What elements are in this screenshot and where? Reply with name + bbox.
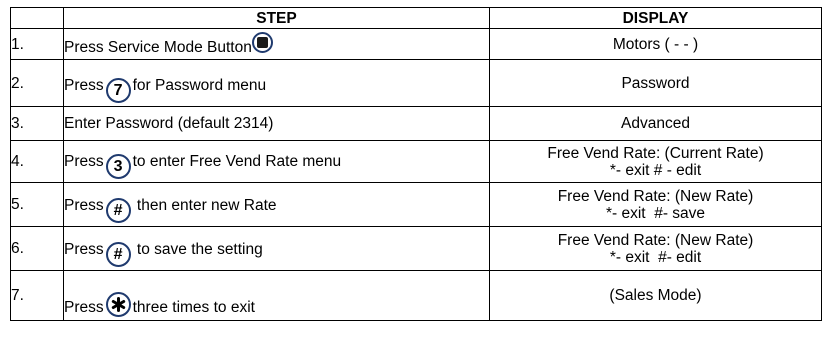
hash-key-icon: # xyxy=(105,198,131,223)
step-number: 2. xyxy=(10,59,64,107)
display-text: Motors ( - - ) xyxy=(489,28,822,60)
step-instruction: Press 3 to enter Free Vend Rate menu xyxy=(63,140,490,183)
display-text: Free Vend Rate: (New Rate) *- exit #- sav… xyxy=(489,182,822,227)
step-number: 1. xyxy=(10,28,64,60)
header-step: STEP xyxy=(63,7,490,29)
hash-key-icon: # xyxy=(105,242,131,267)
display-text: Advanced xyxy=(489,106,822,141)
star-key-icon xyxy=(105,292,131,317)
display-text: (Sales Mode) xyxy=(489,270,822,321)
step-text: to enter Free Vend Rate menu xyxy=(132,153,342,170)
step-number: 5. xyxy=(10,182,64,227)
display-text: Free Vend Rate: (New Rate) *- exit #- edi… xyxy=(489,226,822,271)
step-text: Press Service Mode Button xyxy=(64,39,252,56)
display-line: *- exit #- save xyxy=(605,204,706,222)
step-text: for Password menu xyxy=(132,77,267,94)
table-row: 3. Enter Password (default 2314) Advance… xyxy=(10,106,822,141)
step-instruction: Press three times to exit xyxy=(63,270,490,321)
step-number: 7. xyxy=(10,270,64,321)
display-line: Password xyxy=(621,74,690,92)
step-text: Press xyxy=(64,197,104,214)
table-row: 5. Press # then enter new Rate Free Vend … xyxy=(10,182,822,227)
step-instruction: Press # then enter new Rate xyxy=(63,182,490,227)
table-row: 1. Press Service Mode Button Motors ( - … xyxy=(10,28,822,60)
header-display: DISPLAY xyxy=(489,7,822,29)
display-line: Free Vend Rate: (Current Rate) xyxy=(547,144,764,162)
step-instruction: Press 7 for Password menu xyxy=(63,59,490,107)
step-text: Press xyxy=(64,299,104,316)
table-row: 6. Press # to save the setting Free Vend … xyxy=(10,226,822,271)
display-line: (Sales Mode) xyxy=(609,287,702,304)
display-line: *- exit #- edit xyxy=(609,248,702,266)
key-7-icon: 7 xyxy=(105,78,131,103)
step-instruction: Press # to save the setting xyxy=(63,226,490,271)
display-line: Free Vend Rate: (New Rate) xyxy=(557,187,754,205)
key-3-icon: 3 xyxy=(105,154,131,179)
step-text: three times to exit xyxy=(132,299,255,316)
header-number xyxy=(10,7,64,29)
display-text: Password xyxy=(489,59,822,107)
step-instruction: Press Service Mode Button xyxy=(63,28,490,60)
step-number: 6. xyxy=(10,226,64,271)
service-mode-button-icon xyxy=(251,32,273,53)
display-line: Free Vend Rate: (New Rate) xyxy=(557,231,754,249)
table-row: 7. Press three times to exit (Sales Mode) xyxy=(10,270,822,321)
step-text: Press xyxy=(64,77,104,94)
step-text: Press xyxy=(64,241,104,258)
step-instruction: Enter Password (default 2314) xyxy=(63,106,490,141)
step-text: then enter new Rate xyxy=(132,197,277,214)
instruction-table: STEP DISPLAY 1. Press Service Mode Butto… xyxy=(10,7,822,321)
step-text: Enter Password (default 2314) xyxy=(64,115,274,132)
table-row: 2. Press 7 for Password menu Password xyxy=(10,59,822,107)
display-line: Advanced xyxy=(621,115,690,132)
display-text: Free Vend Rate: (Current Rate) *- exit # … xyxy=(489,140,822,183)
table-row: 4. Press 3 to enter Free Vend Rate menu Fr… xyxy=(10,140,822,183)
display-line: *- exit # - edit xyxy=(609,161,702,179)
step-number: 3. xyxy=(10,106,64,141)
step-text: to save the setting xyxy=(132,241,263,258)
step-number: 4. xyxy=(10,140,64,183)
star-glyph-icon xyxy=(111,297,125,312)
header-row: STEP DISPLAY xyxy=(10,7,822,29)
step-text: Press xyxy=(64,153,104,170)
display-line: Motors ( - - ) xyxy=(612,35,699,53)
